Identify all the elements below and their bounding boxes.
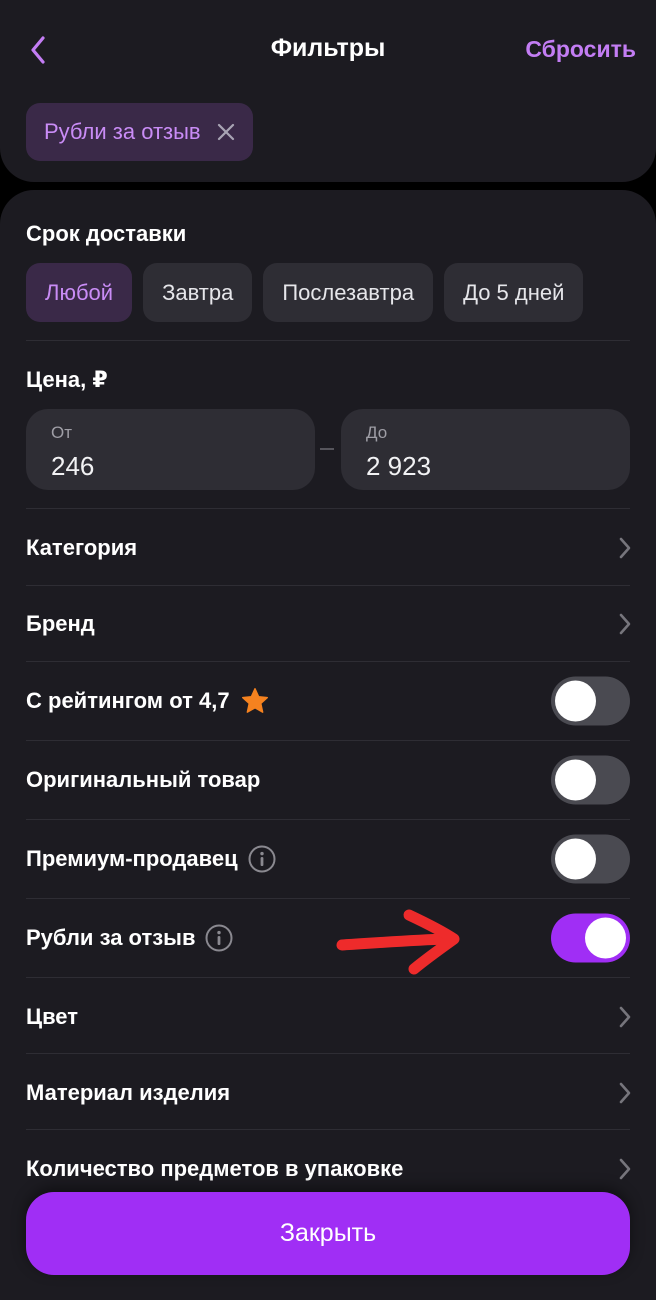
toggle-knob — [585, 917, 626, 959]
active-filter-chip[interactable]: Рубли за отзыв — [26, 103, 253, 161]
divider — [26, 819, 630, 820]
chevron-left-icon — [31, 36, 45, 64]
divider — [26, 340, 630, 341]
chevron-right-icon — [619, 1006, 631, 1028]
toggle-premium[interactable] — [551, 834, 630, 884]
chevron-right-icon — [619, 537, 631, 559]
price-title: Цена, ₽ — [26, 367, 108, 392]
info-icon[interactable] — [248, 845, 276, 873]
price-to-field[interactable]: До 2 923 — [341, 409, 630, 490]
range-dash — [320, 448, 334, 450]
annotation-arrow-icon — [336, 909, 460, 975]
price-from-label: От — [51, 423, 73, 442]
row-color[interactable]: Цвет — [0, 979, 656, 1055]
toggle-original[interactable] — [551, 755, 630, 805]
toggle-rating[interactable] — [551, 676, 630, 726]
delivery-title: Срок доставки — [26, 221, 187, 246]
row-rubles-label: Рубли за отзыв — [26, 924, 233, 952]
row-premium: Премиум-продавец — [0, 821, 656, 897]
delivery-option-day-after[interactable]: Послезавтра — [263, 263, 434, 322]
row-original: Оригинальный товар — [0, 742, 656, 818]
chevron-right-icon — [619, 1082, 631, 1104]
row-rating-label: С рейтингом от 4,7 — [26, 686, 270, 716]
info-icon[interactable] — [205, 924, 233, 952]
delivery-option-5-days[interactable]: До 5 дней — [444, 263, 584, 322]
row-quantity-label: Количество предметов в упаковке — [26, 1156, 404, 1181]
price-from-value: 246 — [51, 451, 95, 481]
active-filter-label: Рубли за отзыв — [44, 119, 201, 144]
row-original-label: Оригинальный товар — [26, 767, 261, 792]
divider — [26, 740, 630, 741]
price-to-label: До — [366, 423, 388, 442]
row-brand-label: Бренд — [26, 611, 95, 636]
price-from-field[interactable]: От 246 — [26, 409, 315, 490]
row-category[interactable]: Категория — [0, 510, 656, 586]
reset-button[interactable]: Сбросить — [525, 36, 636, 63]
toggle-knob — [555, 838, 596, 880]
divider — [26, 1053, 630, 1054]
chevron-right-icon — [619, 1158, 631, 1180]
toggle-knob — [555, 759, 596, 801]
row-color-label: Цвет — [26, 1004, 79, 1029]
delivery-option-any[interactable]: Любой — [26, 263, 133, 322]
toggle-knob — [555, 680, 596, 722]
row-rating: С рейтингом от 4,7 — [0, 663, 656, 739]
row-premium-label: Премиум-продавец — [26, 845, 276, 873]
divider — [26, 977, 630, 978]
chevron-right-icon — [619, 613, 631, 635]
divider — [26, 661, 630, 662]
delivery-options: Любой Завтра Послезавтра До 5 дней — [26, 263, 584, 322]
back-button[interactable] — [18, 30, 58, 70]
close-icon[interactable] — [215, 121, 237, 143]
row-category-label: Категория — [26, 535, 138, 560]
row-material-label: Материал изделия — [26, 1080, 231, 1105]
star-icon — [240, 686, 270, 716]
divider — [26, 898, 630, 899]
row-rubles: Рубли за отзыв — [0, 900, 656, 976]
delivery-option-tomorrow[interactable]: Завтра — [143, 263, 253, 322]
divider — [26, 1129, 630, 1130]
row-brand[interactable]: Бренд — [0, 586, 656, 662]
row-material[interactable]: Материал изделия — [0, 1055, 656, 1131]
price-to-value: 2 923 — [366, 451, 432, 481]
header-card: Фильтры Сбросить Рубли за отзыв — [0, 0, 656, 182]
divider — [26, 508, 630, 509]
close-button[interactable]: Закрыть — [26, 1192, 630, 1275]
toggle-rubles[interactable] — [551, 913, 630, 963]
